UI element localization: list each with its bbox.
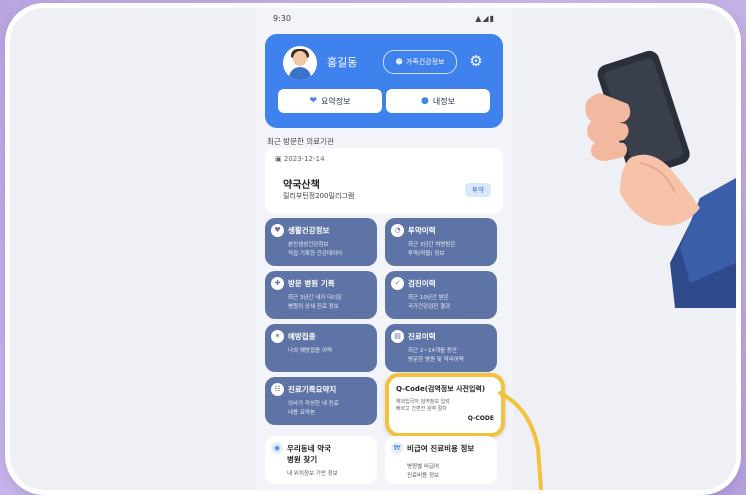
- clipboard-icon: ▤: [391, 330, 404, 343]
- tile-noncovered-cost[interactable]: ₩ 비급여 진료비용 정보 병원별 비급여 진료비용 정보: [385, 436, 497, 484]
- document-icon: ☷: [271, 383, 284, 396]
- tile-title: 방문 병원 기록: [288, 279, 335, 288]
- tile-record-summary[interactable]: ☷ 진료기록요약지 의사가 작성한 내 진료 내용 요약본: [265, 377, 377, 425]
- recent-name: 약국산책: [283, 180, 320, 191]
- tile-title: 검진이력: [408, 279, 436, 288]
- status-time: 9:30: [273, 14, 291, 23]
- tile-desc: 최근 10년간 받은: [408, 295, 449, 301]
- summary-label: 요약정보: [321, 96, 351, 106]
- tile-desc: 본인생성건강정보: [288, 242, 329, 248]
- calendar-icon: ▣: [275, 155, 282, 163]
- recent-date-text: 2023-12-14: [283, 155, 325, 163]
- tile-desc: 최근 3년간 처방받은: [408, 242, 456, 248]
- recent-detail: 릴리부틴정200밀리그램: [283, 192, 355, 200]
- tile-desc: 직접 기록한 건강데이터: [288, 251, 343, 257]
- tile-title: 투약이력: [408, 226, 436, 235]
- tile-desc: 병원의 상세 진료 정보: [288, 304, 339, 310]
- won-icon: ₩: [391, 442, 403, 454]
- qcode-desc: 해외입국자 검역정보 입력: [396, 399, 450, 405]
- signal-battery-icon: ▲◢▮: [475, 14, 495, 23]
- my-info-label: 내정보: [432, 96, 455, 106]
- tile-title: 비급여 진료비용 정보: [407, 444, 475, 453]
- tile-title: 생활건강정보: [288, 226, 330, 235]
- user-icon: ●: [421, 96, 429, 106]
- tile-title: 병원 찾기: [287, 455, 318, 464]
- user-name: 홍길동: [327, 56, 358, 69]
- recent-section-title: 최근 방문한 의료기관: [267, 137, 334, 146]
- tile-checkup[interactable]: ✓ 검진이력 최근 10년간 받은 국가건강검진 결과: [385, 271, 497, 319]
- hospital-icon: ✚: [271, 277, 284, 290]
- tile-desc: 최근 3년간 내가 다녀온: [288, 295, 343, 301]
- tile-desc: 최근 2~14개월 동안: [408, 348, 457, 354]
- profile-header: 홍길동 ☻ 가족건강정보 ⚙ ❤ 요약정보 ● 내정보: [265, 34, 503, 128]
- tile-life-health[interactable]: ♥ 생활건강정보 본인생성건강정보 직접 기록한 건강데이터: [265, 218, 377, 266]
- qcode-card[interactable]: Q-Code(검역정보 사전입력) 해외입국자 검역정보 입력 빠르고 간편한 …: [385, 373, 505, 437]
- gear-icon[interactable]: ⚙: [465, 50, 487, 72]
- family-health-label: 가족건강정보: [405, 58, 445, 66]
- checkup-icon: ✓: [391, 277, 404, 290]
- syringe-icon: ✶: [271, 330, 284, 343]
- tile-vaccination[interactable]: ✶ 예방접종 나의 예방접종 이력: [265, 324, 377, 372]
- tile-title: 우리동네 약국: [287, 444, 332, 453]
- heart-icon: ❤: [309, 96, 318, 106]
- illustration-frame: 9:30 ▲◢▮ 홍길동 ☻ 가족건강정보 ⚙ ❤ 요약정보 ● 내정보 최근 …: [10, 8, 736, 490]
- qcode-title: Q-Code(검역정보 사전입력): [396, 385, 486, 393]
- hand-holding-phone-illustration: [585, 50, 736, 308]
- tile-hospital-visits[interactable]: ✚ 방문 병원 기록 최근 3년간 내가 다녀온 병원의 상세 진료 정보: [265, 271, 377, 319]
- tile-treatment-history[interactable]: ▤ 진료이력 최근 2~14개월 동안 방문한 병원 및 약국이력: [385, 324, 497, 372]
- qcode-desc: 빠르고 간편한 검역 절차: [396, 406, 447, 412]
- tile-title: 진료이력: [408, 332, 436, 341]
- phone-screen: 9:30 ▲◢▮ 홍길동 ☻ 가족건강정보 ⚙ ❤ 요약정보 ● 내정보 최근 …: [255, 8, 513, 490]
- person-add-icon: ☻: [395, 58, 403, 66]
- tile-desc: 내 위치정보 기반 정보: [287, 471, 338, 477]
- tile-desc: 병원별 비급여: [407, 464, 440, 470]
- status-bar: 9:30 ▲◢▮: [271, 14, 497, 26]
- tile-desc: 국가건강검진 결과: [408, 304, 451, 310]
- tile-title: 진료기록요약지: [288, 385, 337, 394]
- tile-medication[interactable]: ◔ 투약이력 최근 3년간 처방받은 투약(약물) 정보: [385, 218, 497, 266]
- tile-desc: 투약(약물) 정보: [408, 251, 445, 257]
- tile-desc: 진료비용 정보: [407, 473, 440, 479]
- recent-date: ▣ 2023-12-14: [275, 155, 325, 163]
- tile-desc: 나의 예방접종 이력: [288, 348, 332, 354]
- avatar[interactable]: [283, 46, 317, 80]
- recent-visit-card[interactable]: ▣ 2023-12-14 약국산책 릴리부틴정200밀리그램 투약: [265, 148, 503, 214]
- tile-desc: 내용 요약본: [288, 410, 316, 416]
- tile-find-pharmacy[interactable]: ◉ 우리동네 약국 병원 찾기 내 위치정보 기반 정보: [265, 436, 377, 484]
- status-badge: 투약: [465, 183, 491, 197]
- tile-title: 예방접종: [288, 332, 316, 341]
- location-icon: ◉: [271, 442, 283, 454]
- pill-icon: ◔: [391, 224, 404, 237]
- heart-icon: ♥: [271, 224, 284, 237]
- family-health-button[interactable]: ☻ 가족건강정보: [383, 50, 457, 74]
- tile-desc: 방문한 병원 및 약국이력: [408, 357, 464, 363]
- tile-desc: 의사가 작성한 내 진료: [288, 401, 339, 407]
- highlight-pointer-line: [498, 391, 544, 490]
- my-info-button[interactable]: ● 내정보: [386, 89, 490, 113]
- summary-button[interactable]: ❤ 요약정보: [278, 89, 382, 113]
